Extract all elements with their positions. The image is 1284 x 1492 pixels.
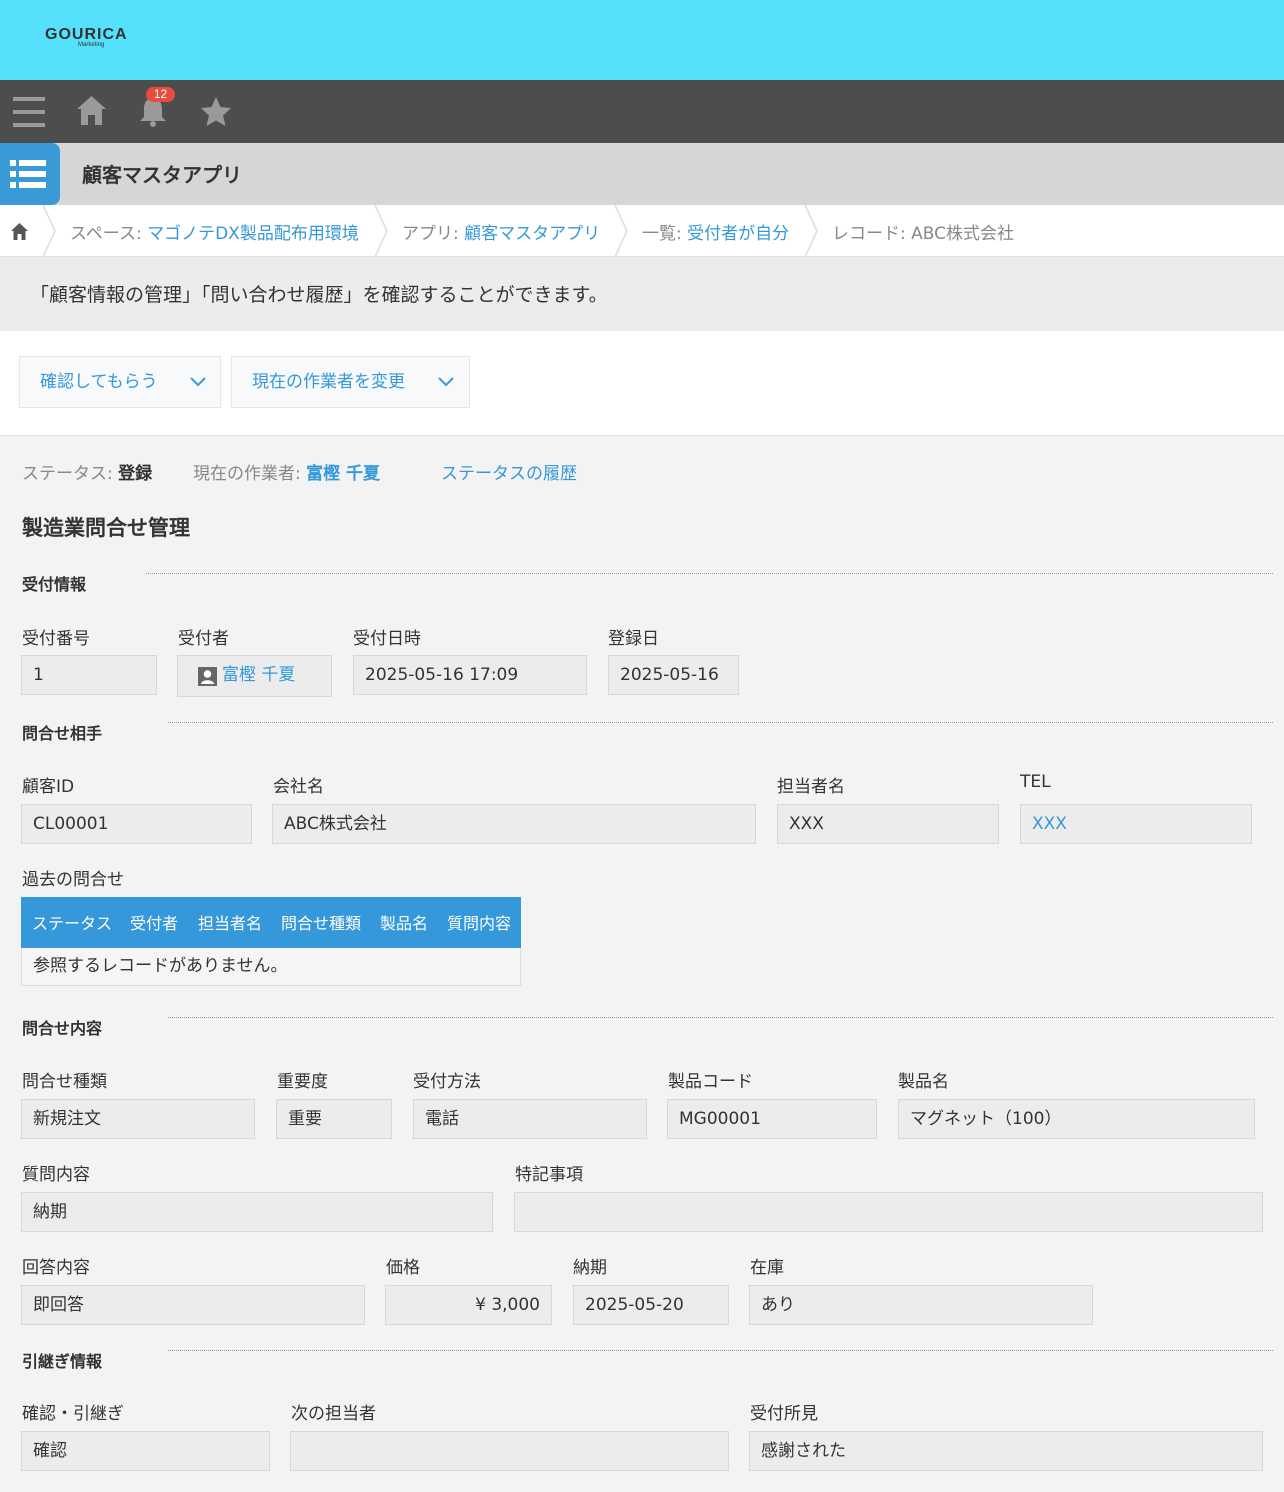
user-icon bbox=[198, 667, 217, 686]
breadcrumb-view-link[interactable]: 受付者が自分 bbox=[687, 224, 789, 244]
confirm-handover-label: 確認・引継ぎ bbox=[22, 1404, 124, 1424]
reception-no-field: 1 bbox=[21, 655, 157, 695]
inquiry-type-label: 問合せ種類 bbox=[22, 1072, 107, 1092]
delivery-label: 納期 bbox=[573, 1258, 607, 1278]
breadcrumb-separator bbox=[614, 205, 628, 257]
contact-person-label: 担当者名 bbox=[777, 777, 845, 797]
company-field: ABC株式会社 bbox=[272, 804, 756, 844]
answer-field: 即回答 bbox=[21, 1285, 365, 1325]
contact-person-field: XXX bbox=[777, 804, 999, 844]
global-navbar bbox=[0, 80, 1284, 143]
company-label: 会社名 bbox=[273, 777, 324, 797]
top-banner bbox=[0, 0, 1284, 80]
status-history-link[interactable]: ステータスの履歴 bbox=[441, 459, 577, 484]
answer-label: 回答内容 bbox=[22, 1258, 90, 1278]
star-icon[interactable] bbox=[199, 95, 233, 128]
registered-date-label: 登録日 bbox=[608, 629, 659, 649]
reception-opinion-field: 感謝された bbox=[749, 1431, 1263, 1471]
reception-datetime-field: 2025-05-16 17:09 bbox=[353, 655, 587, 695]
customer-id-label: 顧客ID bbox=[22, 777, 75, 797]
section-divider bbox=[168, 1017, 1273, 1018]
column-header: 担当者名 bbox=[198, 914, 263, 933]
registered-date-field: 2025-05-16 bbox=[608, 655, 739, 695]
column-header: 受付者 bbox=[130, 914, 179, 933]
chevron-down-icon bbox=[190, 377, 206, 387]
breadcrumb-separator bbox=[804, 205, 818, 257]
reception-datetime-label: 受付日時 bbox=[353, 629, 421, 649]
breadcrumb-home-icon[interactable] bbox=[10, 222, 29, 241]
app-title: 顧客マスタアプリ bbox=[82, 163, 242, 187]
breadcrumb-app[interactable]: アプリ: 顧客マスタアプリ bbox=[402, 219, 600, 244]
app-icon bbox=[0, 143, 60, 205]
breadcrumb-space[interactable]: スペース: マゴノテDX製品配布用環境 bbox=[70, 219, 359, 244]
reception-no-label: 受付番号 bbox=[22, 629, 90, 649]
next-person-field bbox=[290, 1431, 729, 1471]
breadcrumb-separator bbox=[42, 205, 56, 257]
status-value: 登録 bbox=[118, 464, 153, 484]
past-inquiries-empty-message: 参照するレコードがありません。 bbox=[21, 948, 521, 986]
next-person-label: 次の担当者 bbox=[291, 1404, 376, 1424]
breadcrumb-space-link[interactable]: マゴノテDX製品配布用環境 bbox=[147, 224, 359, 244]
past-inquiries-label: 過去の問合せ bbox=[22, 870, 124, 890]
column-header: ステータス bbox=[32, 914, 113, 933]
status-indicator: ステータス: 登録 bbox=[22, 464, 153, 484]
menu-icon[interactable] bbox=[11, 94, 47, 130]
column-header: 製品名 bbox=[380, 914, 429, 933]
logo-subtitle: Marketing bbox=[78, 42, 105, 48]
section-contact: 問合せ相手 bbox=[22, 724, 103, 743]
importance-field: 重要 bbox=[276, 1099, 392, 1139]
product-name-label: 製品名 bbox=[898, 1072, 949, 1092]
delivery-field: 2025-05-20 bbox=[573, 1285, 729, 1325]
breadcrumb-app-link[interactable]: 顧客マスタアプリ bbox=[464, 224, 600, 244]
customer-id-field: CL00001 bbox=[21, 804, 252, 844]
confirm-action-label: 確認してもらう bbox=[40, 372, 158, 392]
section-divider bbox=[168, 1350, 1273, 1351]
tel-field[interactable]: XXX bbox=[1020, 804, 1252, 844]
section-reception: 受付情報 bbox=[22, 575, 87, 594]
chevron-down-icon bbox=[438, 377, 454, 387]
stock-label: 在庫 bbox=[750, 1258, 784, 1278]
question-label: 質問内容 bbox=[22, 1165, 90, 1185]
column-header: 質問内容 bbox=[447, 914, 512, 933]
receiver-label: 受付者 bbox=[178, 629, 229, 649]
column-header: 問合せ種類 bbox=[281, 914, 362, 933]
notes-field bbox=[514, 1192, 1263, 1232]
price-field: ¥ 3,000 bbox=[385, 1285, 552, 1325]
breadcrumb-record: レコード: ABC株式会社 bbox=[832, 224, 1014, 244]
reception-method-field: 電話 bbox=[413, 1099, 647, 1139]
notification-badge: 12 bbox=[146, 87, 175, 102]
current-assignee: 現在の作業者: 富樫 千夏 bbox=[193, 464, 381, 484]
stock-field: あり bbox=[749, 1285, 1093, 1325]
section-divider bbox=[146, 573, 1273, 574]
question-field: 納期 bbox=[21, 1192, 493, 1232]
product-name-field: マグネット（100） bbox=[898, 1099, 1255, 1139]
breadcrumb-view[interactable]: 一覧: 受付者が自分 bbox=[642, 219, 789, 244]
product-code-label: 製品コード bbox=[668, 1072, 753, 1092]
confirm-handover-field: 確認 bbox=[21, 1431, 270, 1471]
receiver-user-link[interactable]: 富樫 千夏 bbox=[222, 656, 295, 694]
reception-opinion-label: 受付所見 bbox=[750, 1404, 818, 1424]
change-assignee-button[interactable]: 現在の作業者を変更 bbox=[231, 356, 470, 408]
breadcrumb-separator bbox=[374, 205, 388, 257]
current-assignee-link[interactable]: 富樫 千夏 bbox=[306, 464, 380, 484]
notes-label: 特記事項 bbox=[515, 1165, 583, 1185]
confirm-action-button[interactable]: 確認してもらう bbox=[19, 356, 221, 408]
section-handover: 引継ぎ情報 bbox=[22, 1352, 103, 1371]
product-code-field: MG00001 bbox=[667, 1099, 877, 1139]
app-description: 「顧客情報の管理」「問い合わせ履歴」を確認することができます。 bbox=[30, 284, 608, 306]
section-divider bbox=[168, 722, 1273, 723]
section-inquiry: 問合せ内容 bbox=[22, 1019, 103, 1038]
home-icon[interactable] bbox=[75, 94, 108, 127]
price-label: 価格 bbox=[386, 1258, 420, 1278]
reception-method-label: 受付方法 bbox=[413, 1072, 481, 1092]
receiver-field: 富樫 千夏 bbox=[177, 655, 332, 697]
tel-label: TEL bbox=[1020, 772, 1051, 792]
inquiry-type-field: 新規注文 bbox=[21, 1099, 255, 1139]
list-icon bbox=[10, 160, 46, 188]
importance-label: 重要度 bbox=[277, 1072, 328, 1092]
form-title: 製造業問合せ管理 bbox=[22, 516, 190, 540]
change-assignee-label: 現在の作業者を変更 bbox=[252, 372, 405, 392]
